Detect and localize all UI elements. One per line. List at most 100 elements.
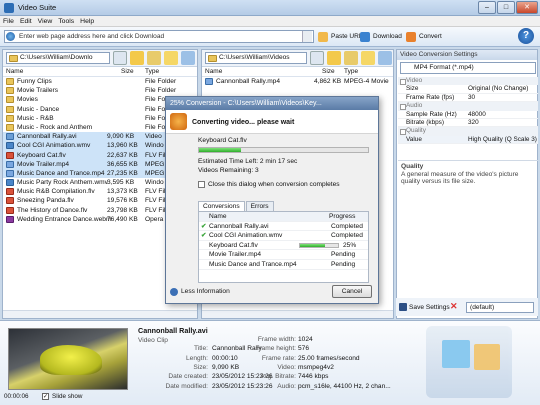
category-audio[interactable]: Audio: [398, 102, 538, 111]
url-dropdown-icon[interactable]: [302, 31, 312, 42]
convert-button[interactable]: Convert: [406, 30, 442, 44]
detail-value: 7446 kbps: [298, 373, 329, 381]
detail-label: Frame width:: [257, 336, 296, 343]
menu-view[interactable]: View: [35, 16, 56, 27]
table-row[interactable]: ✔ Cool CGI Animation.wmv Completed: [199, 231, 368, 241]
source-column-header: Name Size Type: [3, 67, 197, 77]
progress-fill: [199, 148, 242, 152]
browse-folder-icon[interactable]: [147, 51, 161, 65]
dialog-tabs: Conversions Errors: [198, 201, 275, 211]
table-row[interactable]: ✔ Cannonball Rally.avi Completed: [199, 222, 368, 232]
close-on-complete-label: Close this dialog when conversion comple…: [208, 181, 340, 188]
car-image: [40, 345, 102, 375]
conversion-dialog: 25% Conversion - C:\Users\William\Videos…: [165, 96, 379, 304]
horizontal-scrollbar[interactable]: [202, 310, 393, 318]
refresh-icon[interactable]: [181, 51, 195, 65]
folder-icon: [208, 55, 217, 62]
category-quality[interactable]: Quality: [398, 127, 538, 136]
menu-help[interactable]: Help: [77, 16, 97, 27]
paste-url-button[interactable]: Paste URL: [318, 30, 362, 44]
item-progress-fill: [300, 243, 325, 247]
col-size[interactable]: Size: [322, 67, 335, 77]
col-size[interactable]: Size: [121, 67, 134, 77]
list-item[interactable]: Movie Trailers File Folder: [3, 86, 197, 95]
videos-remaining: Videos Remaining: 3: [198, 167, 259, 174]
col-name[interactable]: Name: [205, 67, 222, 77]
setting-frame-rate[interactable]: Frame Rate (fps) 30: [398, 94, 538, 103]
folder-file-icon: [6, 96, 14, 104]
collapse-icon[interactable]: [170, 288, 178, 296]
check-icon: ✔: [201, 232, 207, 240]
detail-label: Title:: [193, 345, 208, 353]
dialog-heading: Converting video... please wait: [192, 119, 295, 126]
download-button[interactable]: Download: [360, 30, 402, 44]
path-dropdown-icon[interactable]: [310, 51, 324, 65]
mp4-file-icon: [6, 160, 14, 168]
list-item[interactable]: Cannonball Rally.mp4 4,862 KB MPEG-4 Mov…: [202, 77, 393, 86]
refresh-icon[interactable]: [378, 51, 392, 65]
wmv-file-icon: [6, 179, 14, 187]
settings-save-bar: Save Settings ✕ (default): [396, 298, 538, 316]
detail-filename: Cannonball Rally.avi: [138, 326, 208, 335]
detail-value: pcm_s16le, 44100 Hz, 2 chan...: [298, 382, 391, 390]
col-type[interactable]: Type: [344, 67, 358, 77]
setting-quality-value[interactable]: Value High Quality (Q Scale 3): [398, 135, 538, 145]
film-strip-icon: [426, 326, 512, 398]
output-path-bar: C:\Users\William\Videos: [202, 50, 393, 67]
setting-sample-rate[interactable]: Sample Rate (Hz) 48000: [398, 111, 538, 119]
category-video[interactable]: Video: [398, 77, 538, 86]
delete-preset-icon[interactable]: ✕: [450, 301, 458, 312]
detail-kind: Video Clip: [138, 337, 168, 344]
new-folder-icon[interactable]: [361, 51, 375, 65]
detail-label: Avg. Bitrate:: [260, 373, 296, 381]
detail-label: Frame rate:: [261, 354, 296, 362]
detail-label: Size:: [193, 363, 208, 371]
close-button[interactable]: ✕: [516, 1, 538, 14]
save-settings-button[interactable]: Save Settings: [409, 303, 450, 312]
slideshow-checkbox[interactable]: ✓: [42, 393, 49, 400]
format-select[interactable]: MP4 Format (*.mp4): [400, 62, 536, 74]
close-on-complete-checkbox[interactable]: [198, 181, 205, 188]
folder-file-icon: [6, 114, 14, 122]
table-row[interactable]: Movie Trailer.mp4 Pending: [199, 250, 368, 260]
horizontal-scrollbar[interactable]: [3, 310, 197, 318]
col-progress: Progress: [329, 213, 356, 220]
folder-up-icon[interactable]: [327, 51, 341, 65]
table-row[interactable]: Music Dance and Trance.mp4 Pending: [199, 260, 368, 270]
preset-select[interactable]: (default): [466, 302, 534, 313]
menu-file[interactable]: File: [0, 16, 17, 27]
clipboard-icon: [318, 32, 328, 42]
path-dropdown-icon[interactable]: [113, 51, 127, 65]
setting-bitrate[interactable]: Bitrate (kbps) 320: [398, 119, 538, 128]
list-item[interactable]: Funny Clips File Folder: [3, 77, 197, 86]
flv-file-icon: [6, 197, 14, 205]
url-input[interactable]: Enter web page address here and click Do…: [4, 30, 314, 43]
detail-label: Audio:: [277, 382, 296, 390]
cancel-button[interactable]: Cancel: [332, 285, 372, 298]
menu-tools[interactable]: Tools: [55, 16, 77, 27]
settings-header: Video Conversion Settings: [397, 50, 537, 60]
col-name[interactable]: Name: [6, 67, 23, 77]
flv-file-icon: [6, 188, 14, 196]
save-icon: [399, 303, 407, 311]
less-information-link[interactable]: Less Information: [181, 288, 230, 295]
folder-up-icon[interactable]: [130, 51, 144, 65]
browse-folder-icon[interactable]: [344, 51, 358, 65]
source-path-input[interactable]: C:\Users\William\Downlo: [6, 52, 110, 64]
minimize-button[interactable]: –: [478, 1, 496, 14]
tab-errors[interactable]: Errors: [245, 201, 274, 211]
dialog-title: 25% Conversion - C:\Users\William\Videos…: [166, 97, 378, 110]
table-row[interactable]: Keyboard Cat.flv 25%: [199, 241, 368, 251]
help-icon[interactable]: ?: [518, 28, 534, 44]
detail-label: Video:: [277, 363, 296, 371]
setting-size[interactable]: Size Original (No Change): [398, 85, 538, 94]
download-icon: [360, 32, 370, 42]
conversions-header: Name Progress: [199, 212, 368, 222]
col-type[interactable]: Type: [145, 67, 159, 77]
convert-icon: [170, 113, 187, 130]
new-folder-icon[interactable]: [164, 51, 178, 65]
maximize-button[interactable]: □: [497, 1, 515, 14]
tab-conversions[interactable]: Conversions: [198, 201, 245, 211]
output-path-input[interactable]: C:\Users\William\Videos: [205, 52, 307, 64]
menu-edit[interactable]: Edit: [17, 16, 35, 27]
